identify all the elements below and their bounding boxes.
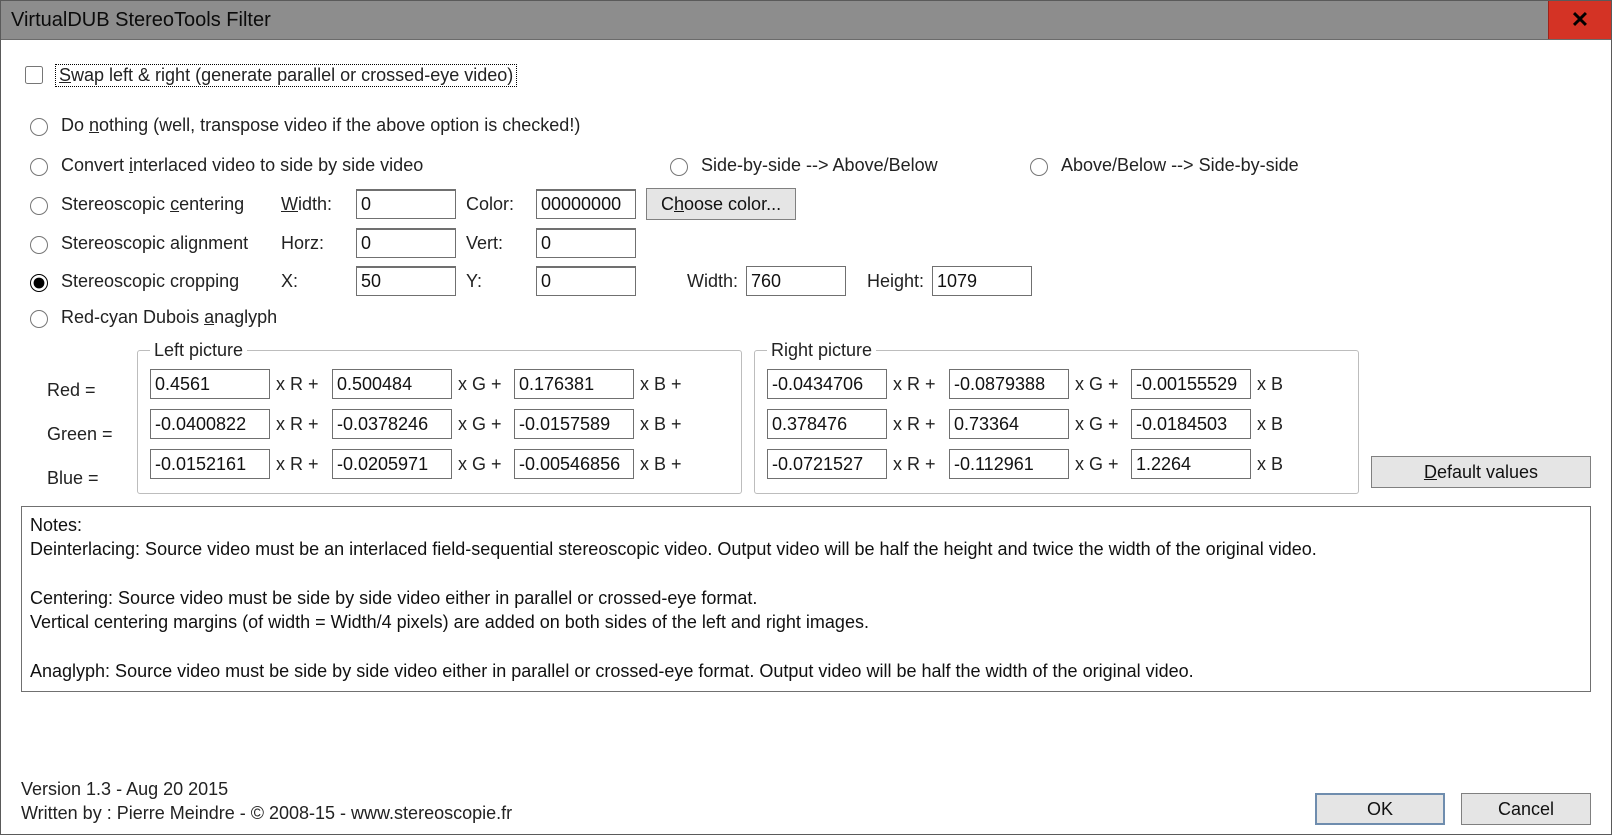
left-r-g[interactable] xyxy=(332,369,452,399)
radio-convert-interlaced-input[interactable] xyxy=(30,158,48,176)
radio-anaglyph[interactable]: Red-cyan Dubois anaglyph xyxy=(25,307,277,328)
crop-height-label: Height: xyxy=(856,271,932,292)
left-b-g[interactable] xyxy=(332,449,452,479)
radio-anaglyph-label: Red-cyan Dubois anaglyph xyxy=(61,307,277,328)
left-r-b[interactable] xyxy=(514,369,634,399)
left-picture-group: Left picture x R + x G + x B + x R + x G… xyxy=(137,340,742,494)
radio-do-nothing-input[interactable] xyxy=(30,118,48,136)
footer-info: Version 1.3 - Aug 20 2015 Written by : P… xyxy=(21,778,512,825)
window-title: VirtualDUB StereoTools Filter xyxy=(1,9,271,32)
right-b-b[interactable] xyxy=(1131,449,1251,479)
radio-do-nothing[interactable]: Do nothing (well, transpose video if the… xyxy=(25,115,580,136)
right-b-r[interactable] xyxy=(767,449,887,479)
right-r-b[interactable] xyxy=(1131,369,1251,399)
left-r-r[interactable] xyxy=(150,369,270,399)
radio-convert-interlaced[interactable]: Convert interlaced video to side by side… xyxy=(25,155,665,176)
right-r-g[interactable] xyxy=(949,369,1069,399)
radio-sbs-to-ab-label: Side-by-side --> Above/Below xyxy=(701,155,938,176)
left-b-r[interactable] xyxy=(150,449,270,479)
notes-title: Notes: xyxy=(30,515,82,535)
ok-button[interactable]: OK xyxy=(1315,793,1445,825)
cancel-button[interactable]: Cancel xyxy=(1461,793,1591,825)
swap-checkbox[interactable] xyxy=(25,66,43,84)
notes-line-2: Centering: Source video must be side by … xyxy=(30,588,757,608)
radio-cropping[interactable]: Stereoscopic cropping xyxy=(25,271,281,292)
version-text: Version 1.3 - Aug 20 2015 xyxy=(21,778,512,801)
left-g-g[interactable] xyxy=(332,409,452,439)
matrix-red-label: Red = xyxy=(21,380,125,401)
radio-centering[interactable]: Stereoscopic centering xyxy=(25,194,281,215)
crop-width-label: Width: xyxy=(646,271,746,292)
x-label: X: xyxy=(281,271,356,292)
right-g-b[interactable] xyxy=(1131,409,1251,439)
horz-label: Horz: xyxy=(281,233,356,254)
radio-cropping-input[interactable] xyxy=(30,274,48,292)
radio-sbs-to-ab[interactable]: Side-by-side --> Above/Below xyxy=(665,155,1025,176)
y-label: Y: xyxy=(466,271,536,292)
radio-ab-to-sbs[interactable]: Above/Below --> Side-by-side xyxy=(1025,155,1299,176)
titlebar: VirtualDUB StereoTools Filter ✕ xyxy=(1,1,1611,40)
right-picture-group: Right picture x R + x G + x B x R + x G … xyxy=(754,340,1359,494)
notes-line-4: Anaglyph: Source video must be side by s… xyxy=(30,661,1194,681)
left-b-b[interactable] xyxy=(514,449,634,479)
matrix-blue-label: Blue = xyxy=(21,468,125,489)
vert-label: Vert: xyxy=(466,233,536,254)
right-b-g[interactable] xyxy=(949,449,1069,479)
left-g-b[interactable] xyxy=(514,409,634,439)
right-picture-legend: Right picture xyxy=(767,340,876,361)
radio-sbs-to-ab-input[interactable] xyxy=(670,158,688,176)
choose-color-button[interactable]: Choose color... xyxy=(646,188,796,220)
notes-line-1: Deinterlacing: Source video must be an i… xyxy=(30,539,1317,559)
radio-centering-label: Stereoscopic centering xyxy=(61,194,244,215)
vert-input[interactable] xyxy=(536,228,636,258)
crop-y-input[interactable] xyxy=(536,266,636,296)
horz-input[interactable] xyxy=(356,228,456,258)
centering-width-input[interactable] xyxy=(356,189,456,219)
radio-alignment-label: Stereoscopic alignment xyxy=(61,233,248,254)
crop-height-input[interactable] xyxy=(932,266,1032,296)
close-button[interactable]: ✕ xyxy=(1548,1,1611,39)
left-g-r[interactable] xyxy=(150,409,270,439)
radio-ab-to-sbs-label: Above/Below --> Side-by-side xyxy=(1061,155,1299,176)
swap-option[interactable]: Swap left & right (generate parallel or … xyxy=(21,63,516,87)
radio-ab-to-sbs-input[interactable] xyxy=(1030,158,1048,176)
swap-label: Swap left & right (generate parallel or … xyxy=(56,65,516,86)
matrix-green-label: Green = xyxy=(21,424,125,445)
radio-anaglyph-input[interactable] xyxy=(30,310,48,328)
close-icon: ✕ xyxy=(1571,7,1589,33)
width-label: Width: xyxy=(281,194,356,215)
default-values-button[interactable]: Default values xyxy=(1371,456,1591,488)
right-g-r[interactable] xyxy=(767,409,887,439)
color-input[interactable] xyxy=(536,189,636,219)
left-picture-legend: Left picture xyxy=(150,340,247,361)
notes-line-3: Vertical centering margins (of width = W… xyxy=(30,612,869,632)
radio-alignment[interactable]: Stereoscopic alignment xyxy=(25,233,281,254)
radio-alignment-input[interactable] xyxy=(30,236,48,254)
crop-width-input[interactable] xyxy=(746,266,846,296)
author-text: Written by : Pierre Meindre - © 2008-15 … xyxy=(21,802,512,825)
radio-do-nothing-label: Do nothing (well, transpose video if the… xyxy=(61,115,580,136)
crop-x-input[interactable] xyxy=(356,266,456,296)
right-g-g[interactable] xyxy=(949,409,1069,439)
radio-centering-input[interactable] xyxy=(30,197,48,215)
radio-cropping-label: Stereoscopic cropping xyxy=(61,271,239,292)
radio-convert-interlaced-label: Convert interlaced video to side by side… xyxy=(61,155,423,176)
notes-box: Notes: Deinterlacing: Source video must … xyxy=(21,506,1591,692)
color-label: Color: xyxy=(466,194,536,215)
right-r-r[interactable] xyxy=(767,369,887,399)
